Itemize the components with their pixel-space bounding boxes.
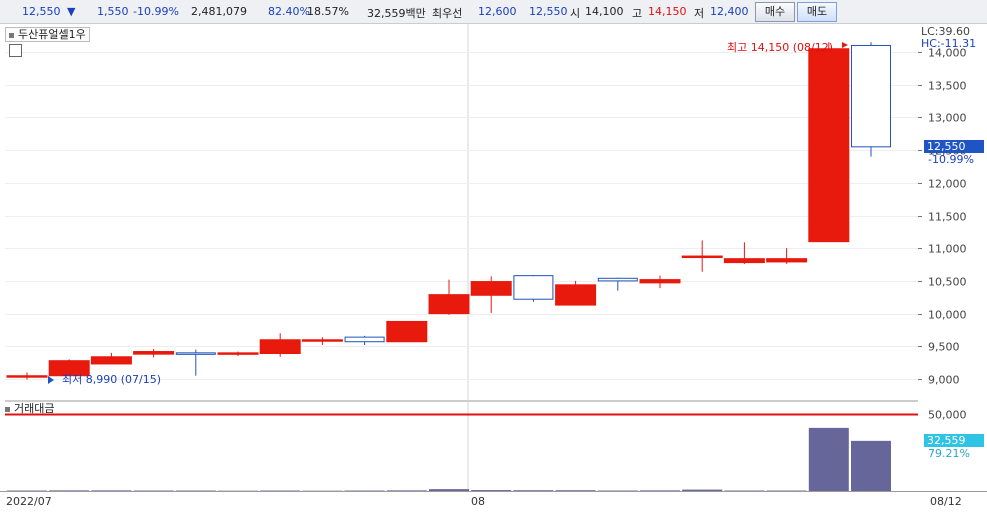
current-price: 12,550 bbox=[22, 5, 61, 18]
candle-body bbox=[428, 294, 470, 315]
volume-name: 거래대금 bbox=[14, 402, 55, 415]
candle-body bbox=[175, 352, 216, 355]
y-tick-label: 9,500 bbox=[928, 341, 960, 354]
x-axis: 2022/07 08 08/12 bbox=[0, 491, 987, 513]
high-price: 14,150 bbox=[648, 5, 687, 18]
candle-body bbox=[344, 336, 385, 343]
y-tick-label: 13,500 bbox=[928, 80, 967, 93]
buy-button[interactable]: 매수 bbox=[755, 2, 795, 22]
candle-body bbox=[217, 352, 259, 355]
indicator-square-icon bbox=[9, 32, 14, 38]
best-quote-label: 최우선 bbox=[432, 7, 463, 20]
y-tick-label: 11,500 bbox=[928, 211, 967, 224]
candle-body bbox=[133, 351, 175, 355]
candle-body bbox=[597, 277, 638, 282]
hc-label: HC:-11.31 bbox=[921, 37, 977, 50]
chart-title-box[interactable]: 두산퓨얼셀1우 bbox=[5, 27, 90, 42]
stock-chart[interactable]: 9,000 9,500 10,000 10,500 11,000 11,500 12,000… bbox=[0, 24, 987, 513]
grid-menu-icon[interactable] bbox=[9, 44, 22, 57]
candle-body bbox=[639, 279, 681, 284]
x-label-end: 08/12 bbox=[930, 495, 962, 508]
x-label-mid: 08 bbox=[471, 495, 485, 508]
best-bid: 12,550 bbox=[529, 5, 568, 18]
candle-body bbox=[90, 356, 132, 365]
y-tick-label: 11,000 bbox=[928, 243, 967, 256]
volume-bar bbox=[851, 440, 891, 491]
volume-last-flag: 32,559 bbox=[924, 434, 984, 447]
indicator-square-icon bbox=[5, 406, 10, 412]
best-ask: 12,600 bbox=[478, 5, 517, 18]
candle-body bbox=[766, 258, 808, 263]
price-panel bbox=[5, 24, 918, 400]
low-label: 저 bbox=[694, 7, 705, 20]
candle-body bbox=[386, 320, 428, 343]
candle-body bbox=[513, 275, 554, 300]
turnover-rate: 18.57% bbox=[307, 5, 349, 18]
sell-button[interactable]: 매도 bbox=[797, 2, 837, 22]
price-change: 1,550 bbox=[97, 5, 129, 18]
candle-body bbox=[851, 44, 891, 148]
candle-body bbox=[470, 281, 512, 296]
volume-last-pct: 79.21% bbox=[928, 447, 970, 460]
down-arrow-icon: ▼ bbox=[67, 5, 76, 18]
candle-body bbox=[723, 258, 765, 264]
candle-body bbox=[259, 339, 301, 354]
trade-amount: 32,559백만 bbox=[367, 7, 426, 20]
low-price: 12,400 bbox=[710, 5, 749, 18]
volume-ratio: 82.40% bbox=[268, 5, 310, 18]
candle-body bbox=[555, 284, 597, 306]
high-note: 최고 14,150 (08/12) bbox=[727, 41, 834, 54]
candle-body bbox=[681, 255, 723, 259]
volume-value: 2,481,079 bbox=[191, 5, 247, 18]
x-label-start: 2022/07 bbox=[6, 495, 52, 508]
low-note: 최저 8,990 (07/15) bbox=[62, 373, 162, 386]
quote-bar: 12,550 ▼ 1,550 -10.99% 2,481,079 82.40% … bbox=[0, 0, 987, 24]
candle-body bbox=[301, 339, 343, 342]
volume-title[interactable]: 거래대금 bbox=[5, 403, 54, 416]
price-change-pct: -10.99% bbox=[133, 5, 179, 18]
volume-bar bbox=[808, 427, 849, 491]
open-price: 14,100 bbox=[585, 5, 624, 18]
y-tick-label: 9,000 bbox=[928, 374, 960, 387]
candle-body bbox=[808, 48, 850, 243]
chart-plot[interactable]: 9,000 9,500 10,000 10,500 11,000 11,500 12,000… bbox=[0, 24, 987, 513]
open-label: 시 bbox=[570, 7, 581, 20]
high-label: 고 bbox=[632, 7, 643, 20]
y-tick-label: 10,000 bbox=[928, 309, 967, 322]
volume-tick-label: 50,000 bbox=[928, 409, 967, 422]
candle-body bbox=[6, 375, 48, 378]
last-price-pct: -10.99% bbox=[928, 153, 974, 166]
last-price-flag: 12,550 bbox=[924, 140, 984, 153]
y-tick-label: 12,000 bbox=[928, 178, 967, 191]
y-tick-label: 13,000 bbox=[928, 112, 967, 125]
y-tick-label: 10,500 bbox=[928, 276, 967, 289]
stock-name: 두산퓨얼셀1우 bbox=[18, 28, 86, 41]
